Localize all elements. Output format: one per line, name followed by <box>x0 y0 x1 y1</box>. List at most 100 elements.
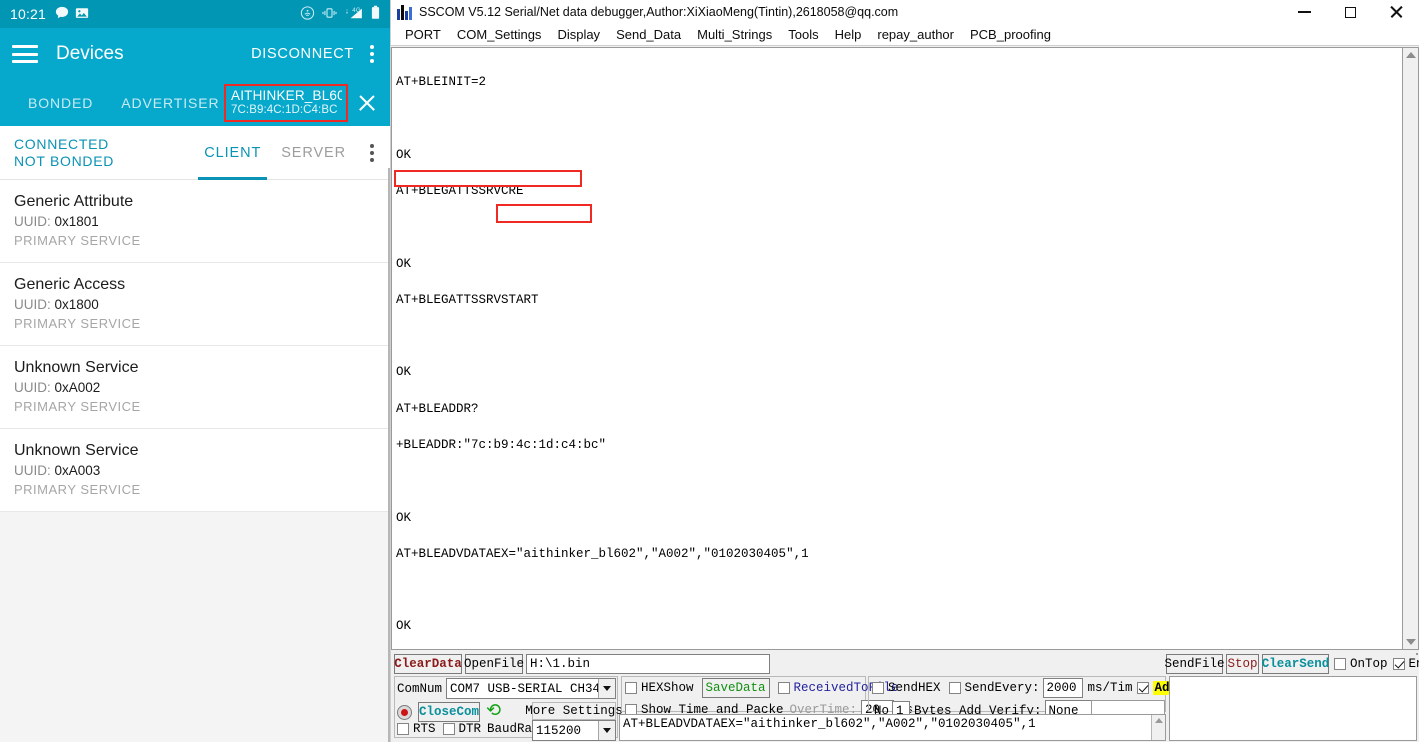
service-uuid-label: UUID: <box>14 214 51 229</box>
open-file-button[interactable]: OpenFile <box>464 654 524 674</box>
on-top-checkbox[interactable] <box>1334 658 1346 670</box>
terminal-line: AT+BLEADVDATAEX="aithinker_bl602","A002"… <box>396 546 809 561</box>
service-uuid-value: 0xA003 <box>54 463 101 478</box>
stop-button[interactable]: Stop <box>1226 654 1259 674</box>
terminal-line: OK <box>396 510 412 525</box>
close-button[interactable] <box>1373 0 1419 24</box>
more-settings-button[interactable]: More Settings <box>525 702 623 720</box>
send-input-area[interactable]: AT+BLEADVDATAEX="aithinker_bl602","A002"… <box>619 714 1166 741</box>
menu-item-multi-strings[interactable]: Multi_Strings <box>689 27 780 42</box>
send-input-scrollbar[interactable] <box>1151 715 1165 740</box>
menu-item-pcb-proofing[interactable]: PCB_proofing <box>962 27 1059 42</box>
terminal-output[interactable]: AT+BLEINIT=2 OK AT+BLEGATTSSRVCRE OK AT+… <box>391 47 1402 650</box>
list-item[interactable]: Unknown Service UUID: 0xA003 PRIMARY SER… <box>0 429 390 512</box>
kebab-menu-icon[interactable] <box>370 45 374 63</box>
add-crlf-checkbox[interactable] <box>1136 682 1149 694</box>
menu-item-display[interactable]: Display <box>549 27 608 42</box>
english-checkbox[interactable] <box>1392 658 1405 670</box>
menu-bar: PORT COM_Settings Display Send_Data Mult… <box>391 24 1419 46</box>
rts-checkbox[interactable] <box>397 723 409 735</box>
service-uuid-label: UUID: <box>14 380 51 395</box>
baud-rate-value: 115200 <box>536 723 582 738</box>
terminal-line: AT+BLEADDR? <box>396 401 479 416</box>
clear-send-button[interactable]: ClearSend <box>1262 654 1329 674</box>
send-every-checkbox[interactable] <box>948 682 961 694</box>
maximize-button[interactable] <box>1327 0 1373 24</box>
refresh-icon[interactable]: ⟲ <box>486 703 501 721</box>
tab-client[interactable]: CLIENT <box>194 126 271 180</box>
com-num-row: ComNum COM7 USB-SERIAL CH340 <box>397 678 617 699</box>
service-name: Unknown Service <box>14 442 139 459</box>
status-bar-right-icons: 4G <box>300 5 380 23</box>
chevron-down-icon[interactable] <box>598 721 615 740</box>
service-uuid: UUID: 0x1801 <box>14 212 376 231</box>
terminal-text: AT+BLEINIT=2 OK AT+BLEGATTSSRVCRE OK AT+… <box>392 48 1402 649</box>
hamburger-icon[interactable] <box>12 45 38 63</box>
list-item[interactable]: Generic Attribute UUID: 0x1801 PRIMARY S… <box>0 180 390 263</box>
menu-item-repay-author[interactable]: repay_author <box>869 27 962 42</box>
chevron-down-icon[interactable] <box>598 679 616 698</box>
connection-state-line2: NOT BONDED <box>14 152 115 169</box>
flow-control-row: RTS DTR BaudRat <box>397 722 540 736</box>
rts-label: RTS <box>413 722 436 736</box>
menu-item-com-settings[interactable]: COM_Settings <box>449 27 550 42</box>
battery-icon <box>371 5 380 23</box>
terminal-scrollbar[interactable] <box>1402 47 1419 650</box>
minimize-button[interactable] <box>1281 0 1327 24</box>
window-title-bar[interactable]: SSCOM V5.12 Serial/Net data debugger,Aut… <box>391 0 1419 24</box>
close-icon[interactable] <box>356 92 378 114</box>
service-uuid-value: 0xA002 <box>54 380 101 395</box>
dtr-checkbox[interactable] <box>442 723 455 735</box>
scroll-up-arrow-icon[interactable] <box>1405 52 1416 58</box>
list-item[interactable]: Unknown Service UUID: 0xA002 PRIMARY SER… <box>0 346 390 429</box>
minimize-icon <box>1297 11 1311 13</box>
page-title: Devices <box>56 43 124 64</box>
tab-device-aithinker-bl602[interactable]: AITHINKER_BL602 7C:B9:4C:1D:C4:BC <box>224 84 348 122</box>
tab-bonded[interactable]: BONDED <box>14 95 107 111</box>
com-control-row: CloseCom ⟲ <box>397 702 501 722</box>
service-uuid: UUID: 0xA002 <box>14 378 376 397</box>
clear-data-button[interactable]: ClearData <box>394 654 462 674</box>
kebab-menu-icon[interactable] <box>370 143 374 162</box>
baud-rate-select[interactable]: 115200 <box>532 720 616 741</box>
terminal-line: OK <box>396 147 412 162</box>
service-uuid-label: UUID: <box>14 297 51 312</box>
hex-show-checkbox[interactable] <box>625 682 637 694</box>
send-file-button[interactable]: SendFile <box>1165 654 1225 674</box>
menu-item-send-data[interactable]: Send_Data <box>608 27 689 42</box>
device-tab-strip: BONDED ADVERTISER AITHINKER_BL602 7C:B9:… <box>0 80 390 126</box>
tab-advertiser[interactable]: ADVERTISER <box>107 95 233 111</box>
dtr-label: DTR <box>458 722 482 736</box>
android-status-bar: 10:21 4G <box>0 0 390 28</box>
ms-tim-label: ms/Tim <box>1087 681 1133 695</box>
menu-item-help[interactable]: Help <box>827 27 870 42</box>
scroll-up-arrow-icon[interactable] <box>1154 718 1163 723</box>
menu-item-tools[interactable]: Tools <box>780 27 826 42</box>
hex-show-row: HEXShow SaveData ReceivedToFile <box>625 678 899 698</box>
menu-item-port[interactable]: PORT <box>397 27 449 42</box>
scroll-down-arrow-icon[interactable] <box>1405 639 1416 645</box>
file-path-input[interactable]: H:\1.bin <box>526 654 770 674</box>
save-data-button[interactable]: SaveData <box>701 678 770 698</box>
send-hex-checkbox[interactable] <box>872 682 884 694</box>
list-item[interactable]: Generic Access UUID: 0x1800 PRIMARY SERV… <box>0 263 390 346</box>
terminal-line: OK <box>396 365 412 380</box>
tab-server[interactable]: SERVER <box>271 126 356 180</box>
close-com-button[interactable]: CloseCom <box>418 702 480 722</box>
status-bar-left-icons <box>55 6 89 23</box>
service-name: Generic Access <box>14 276 126 293</box>
disconnect-button[interactable]: DISCONNECT <box>251 46 354 62</box>
received-to-file-checkbox[interactable] <box>777 682 790 694</box>
service-name: Generic Attribute <box>14 193 134 210</box>
connection-state: CONNECTED NOT BONDED <box>14 136 114 170</box>
android-device-pane: 10:21 4G Devices DISCONNECT BONDED ADVER… <box>0 0 390 742</box>
send-hex-label: SendHEX <box>888 681 941 695</box>
send-interval-input[interactable]: 2000 <box>1042 678 1083 698</box>
terminal-area-wrapper: AT+BLEINIT=2 OK AT+BLEGATTSSRVCRE OK AT+… <box>391 47 1419 650</box>
window-title-text: SSCOM V5.12 Serial/Net data debugger,Aut… <box>419 5 899 19</box>
com-port-select[interactable]: COM7 USB-SERIAL CH340 <box>446 678 617 699</box>
terminal-line: OK <box>396 256 412 271</box>
